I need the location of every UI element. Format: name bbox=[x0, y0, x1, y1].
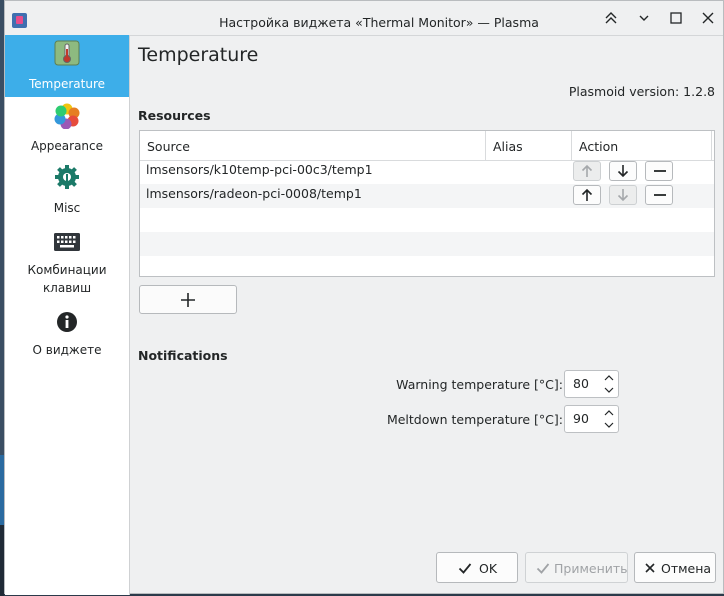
sidebar-item-misc[interactable]: Misc bbox=[5, 159, 129, 221]
move-up-button[interactable] bbox=[573, 161, 601, 181]
remove-button[interactable] bbox=[645, 185, 673, 205]
keep-above-icon bbox=[605, 12, 617, 24]
minus-icon bbox=[654, 170, 666, 172]
ok-button[interactable]: OK bbox=[436, 552, 518, 583]
remove-button[interactable] bbox=[645, 161, 673, 181]
sidebar-item-temperature[interactable]: Temperature bbox=[5, 35, 129, 97]
minus-icon bbox=[654, 194, 666, 196]
keep-above-button[interactable] bbox=[602, 11, 620, 29]
minimize-button[interactable] bbox=[635, 11, 653, 29]
warning-temperature-spinbox[interactable]: 80 bbox=[564, 370, 619, 398]
meltdown-temperature-spinbox[interactable]: 90 bbox=[564, 405, 619, 433]
info-icon bbox=[57, 312, 77, 332]
ok-button-label: OK bbox=[479, 561, 498, 576]
sidebar-item-label: Temperature bbox=[28, 77, 105, 91]
notifications-heading: Notifications bbox=[138, 348, 228, 363]
window-title: Настройка виджета «Thermal Monitor» — Pl… bbox=[219, 15, 539, 30]
arrow-up-icon bbox=[581, 164, 593, 177]
sidebar-item-label: Комбинации клавиш bbox=[27, 263, 107, 295]
page-title: Temperature bbox=[138, 44, 259, 66]
apply-button-label: Применить bbox=[554, 561, 628, 576]
maximize-button[interactable] bbox=[667, 11, 685, 29]
add-resource-button[interactable] bbox=[139, 285, 237, 314]
table-row[interactable]: lmsensors/k10temp-pci-00c3/temp1 bbox=[140, 160, 714, 184]
color-palette-icon bbox=[54, 103, 80, 129]
empty-row bbox=[140, 256, 714, 276]
table-row[interactable]: lmsensors/radeon-pci-0008/temp1 bbox=[140, 184, 714, 208]
meltdown-temperature-label: Meltdown temperature [°C]: bbox=[386, 412, 563, 427]
plasmoid-version: Plasmoid version: 1.2.8 bbox=[568, 84, 715, 99]
apply-button[interactable]: Применить bbox=[525, 552, 628, 583]
warning-temperature-label: Warning temperature [°C]: bbox=[396, 377, 563, 392]
source-cell[interactable]: lmsensors/radeon-pci-0008/temp1 bbox=[140, 184, 362, 204]
sidebar-item-appearance[interactable]: Appearance bbox=[5, 97, 129, 159]
checkmark-icon bbox=[536, 563, 550, 574]
empty-row bbox=[140, 208, 714, 232]
move-up-button[interactable] bbox=[573, 185, 601, 205]
close-button[interactable] bbox=[699, 11, 717, 29]
cancel-button[interactable]: Отмена bbox=[634, 552, 716, 583]
thermometer-icon bbox=[54, 40, 80, 66]
arrow-up-icon bbox=[581, 188, 593, 201]
sidebar-item-label: Appearance bbox=[30, 139, 104, 153]
resources-table: Source Alias Action lmsensors/k10temp-pc… bbox=[139, 130, 715, 277]
table-header: Source Alias Action bbox=[140, 131, 714, 161]
column-header-source[interactable]: Source bbox=[140, 131, 486, 160]
settings-window: Настройка виджета «Thermal Monitor» — Pl… bbox=[4, 0, 724, 595]
spin-arrows-icon[interactable] bbox=[603, 408, 615, 430]
minimize-icon bbox=[639, 15, 649, 21]
sidebar: Temperature Appearance Misc Комбинации к… bbox=[5, 35, 130, 595]
title-bar[interactable]: Настройка виджета «Thermal Monitor» — Pl… bbox=[5, 1, 723, 36]
plasma-app-icon bbox=[12, 13, 27, 28]
meltdown-temperature-value[interactable]: 90 bbox=[573, 411, 589, 426]
settings-gear-icon bbox=[55, 165, 79, 189]
sidebar-item-label: Misc bbox=[53, 201, 81, 215]
keyboard-icon bbox=[54, 233, 80, 251]
main-content: Temperature Plasmoid version: 1.2.8 Reso… bbox=[129, 35, 723, 595]
spin-arrows-icon[interactable] bbox=[603, 373, 615, 395]
column-header-alias[interactable]: Alias bbox=[486, 131, 572, 160]
checkmark-icon bbox=[458, 563, 472, 574]
arrow-down-icon bbox=[617, 165, 629, 178]
move-down-button[interactable] bbox=[609, 161, 637, 181]
plus-icon bbox=[181, 293, 195, 307]
close-icon bbox=[702, 12, 714, 24]
maximize-icon bbox=[670, 12, 682, 24]
close-icon bbox=[645, 563, 655, 573]
sidebar-item-shortcuts[interactable]: Комбинации клавиш bbox=[5, 221, 129, 301]
sidebar-item-about[interactable]: О виджете bbox=[5, 303, 129, 365]
empty-row bbox=[140, 232, 714, 256]
arrow-down-icon bbox=[617, 189, 629, 202]
move-down-button[interactable] bbox=[609, 185, 637, 205]
warning-temperature-value[interactable]: 80 bbox=[573, 376, 589, 391]
resources-heading: Resources bbox=[138, 108, 211, 123]
sidebar-item-label: О виджете bbox=[32, 343, 102, 357]
cancel-button-label: Отмена bbox=[661, 561, 712, 576]
column-header-action[interactable]: Action bbox=[572, 131, 712, 160]
source-cell[interactable]: lmsensors/k10temp-pci-00c3/temp1 bbox=[140, 160, 373, 180]
